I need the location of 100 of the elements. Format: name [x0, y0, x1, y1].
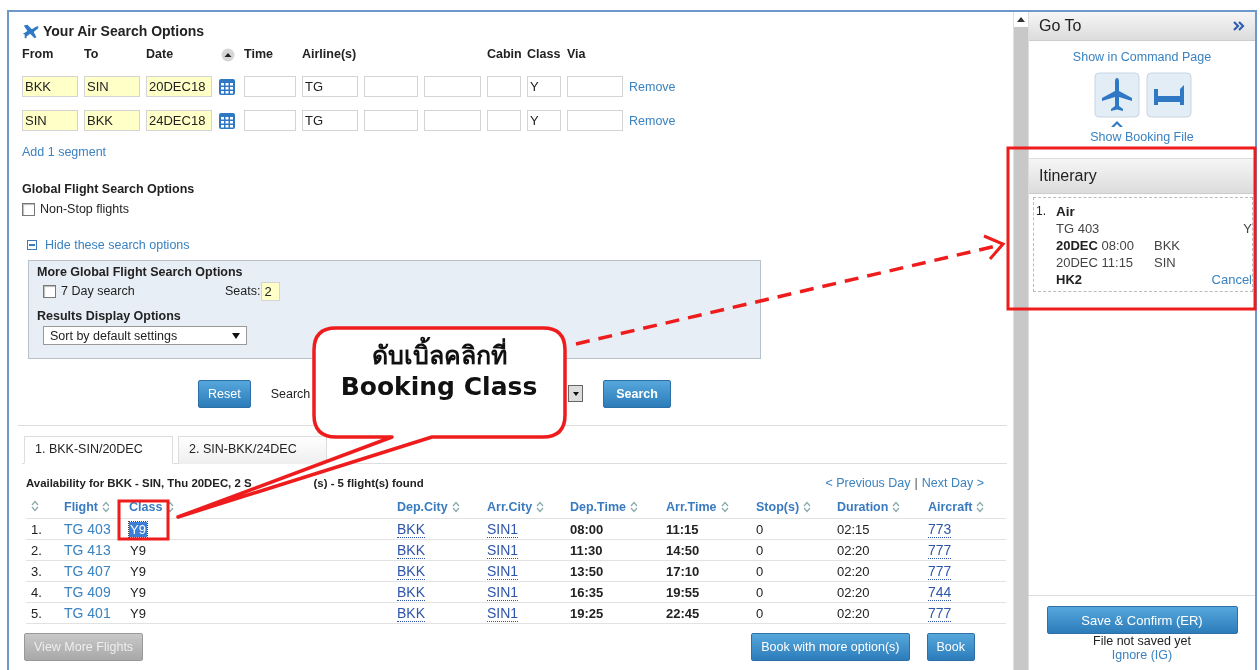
column-header[interactable]: Aircraft — [928, 500, 973, 514]
table-cell: 0 — [756, 605, 764, 621]
cancel-link[interactable]: Cancel — [1211, 272, 1252, 287]
city-link[interactable]: SIN1 — [487, 584, 519, 601]
airline-field[interactable] — [364, 110, 418, 131]
flight-link[interactable]: TG 413 — [64, 542, 111, 558]
column-header[interactable]: Dep.Time — [570, 500, 627, 514]
highlight-frame — [117, 499, 170, 541]
to-field[interactable]: BKK — [84, 110, 140, 131]
booking-class[interactable]: Y9 — [129, 563, 147, 579]
remove-link[interactable]: Remove — [629, 113, 1007, 128]
airline-field[interactable]: TG — [302, 76, 358, 97]
hide-options-link[interactable]: Hide these search options — [45, 238, 190, 252]
sort-icon[interactable] — [720, 501, 729, 513]
tab[interactable]: 1. BKK-SIN/20DEC — [24, 436, 173, 464]
table-cell: 0 — [756, 542, 764, 558]
booking-class[interactable]: Y9 — [129, 521, 147, 537]
save-confirm-button[interactable]: Save & Confirm (ER) — [1046, 606, 1238, 634]
previous-day-link[interactable]: < Previous Day — [825, 476, 911, 490]
date-field[interactable]: 24DEC18 — [146, 110, 212, 131]
sort-icon[interactable] — [102, 501, 110, 513]
dropdown-button[interactable] — [568, 385, 584, 402]
section-title: Your Air Search Options — [43, 23, 205, 39]
via-field[interactable] — [567, 76, 623, 97]
aircraft-link[interactable]: 777 — [928, 542, 952, 559]
scrollbar[interactable] — [1013, 12, 1028, 670]
date-field[interactable]: 20DEC18 — [146, 76, 212, 97]
column-header[interactable]: Duration — [837, 500, 889, 514]
booking-status: HK2 — [1056, 272, 1082, 287]
airline-field[interactable]: TG — [302, 110, 358, 131]
flight-link[interactable]: TG 409 — [64, 584, 111, 600]
tab[interactable]: 2. SIN-BKK/24DEC — [178, 436, 327, 464]
aircraft-link[interactable]: 773 — [928, 521, 952, 538]
column-header[interactable]: Flight — [64, 500, 98, 514]
booking-class[interactable]: Y9 — [129, 605, 147, 621]
seats-field[interactable]: 2 — [261, 281, 281, 301]
airline-field[interactable] — [424, 76, 481, 97]
sort-icon[interactable] — [31, 499, 39, 512]
sort-icon[interactable] — [536, 501, 545, 513]
ignore-link[interactable]: Ignore (IG) — [1111, 648, 1173, 662]
sort-icon[interactable] — [976, 501, 985, 513]
next-day-link[interactable]: Next Day > — [921, 476, 984, 490]
city-link[interactable]: SIN1 — [487, 605, 519, 622]
bed-button[interactable] — [1146, 72, 1192, 118]
flight-link[interactable]: TG 401 — [64, 605, 111, 621]
airline-field[interactable] — [424, 110, 481, 131]
table-cell: 02:15 — [837, 521, 870, 537]
time-field[interactable] — [244, 76, 296, 97]
column-header[interactable]: Arr.Time — [666, 500, 717, 514]
city-link[interactable]: BKK — [397, 605, 425, 622]
airline-field[interactable] — [364, 76, 418, 97]
calendar-icon[interactable] — [218, 77, 236, 96]
to-field[interactable]: SIN — [84, 76, 140, 97]
row-number: 1. — [31, 521, 42, 537]
from-field[interactable]: BKK — [22, 76, 78, 97]
column-header[interactable]: Dep.City — [397, 500, 448, 514]
column-header[interactable]: Class — [129, 500, 163, 514]
booking-class[interactable]: Y9 — [129, 542, 147, 558]
city-link[interactable]: SIN1 — [487, 521, 519, 538]
command-page-link[interactable]: Show in Command Page — [1072, 50, 1212, 64]
calendar-icon[interactable] — [218, 111, 236, 130]
table-cell: 02:20 — [837, 563, 870, 579]
minus-icon[interactable] — [27, 240, 37, 250]
from-field[interactable]: SIN — [22, 110, 78, 131]
aircraft-link[interactable]: 777 — [928, 563, 952, 580]
city-link[interactable]: SIN1 — [487, 542, 519, 559]
cabin-field[interactable] — [487, 110, 521, 131]
time-field[interactable] — [244, 110, 296, 131]
column-header[interactable]: Stop(s) — [756, 500, 800, 514]
sort-icon[interactable] — [451, 501, 460, 513]
via-field[interactable] — [567, 110, 623, 131]
add-segment-link[interactable]: Add 1 segment — [22, 145, 1007, 159]
booking-file-link[interactable]: Show Booking File — [1090, 130, 1194, 144]
column-header[interactable]: Arr.City — [487, 500, 533, 514]
sort-icon[interactable] — [892, 501, 901, 513]
collapse-icon[interactable] — [221, 48, 235, 62]
class-field[interactable]: Y — [527, 76, 561, 97]
city-link[interactable]: BKK — [397, 521, 425, 538]
sort-icon[interactable] — [630, 501, 639, 513]
booking-class[interactable]: Y9 — [129, 584, 147, 600]
city-link[interactable]: BKK — [397, 584, 425, 601]
aircraft-link[interactable]: 777 — [928, 605, 952, 622]
cabin-field[interactable] — [487, 76, 521, 97]
scroll-up-icon[interactable] — [1017, 17, 1025, 22]
sort-dropdown[interactable]: Sort by default settings — [43, 326, 247, 345]
checkbox[interactable] — [22, 202, 35, 216]
callout-text: Booking Class — [340, 371, 538, 403]
flight-link[interactable]: TG 407 — [64, 563, 111, 579]
city-link[interactable]: SIN1 — [487, 563, 519, 580]
double-chevron-icon[interactable] — [1233, 21, 1245, 31]
checkbox[interactable] — [43, 284, 56, 298]
segment-type: Air — [1056, 204, 1076, 219]
airplane-button[interactable] — [1094, 72, 1140, 130]
flight-link[interactable]: TG 403 — [64, 521, 111, 537]
city-link[interactable]: BKK — [397, 542, 425, 559]
aircraft-link[interactable]: 744 — [928, 584, 952, 601]
city-link[interactable]: BKK — [397, 563, 425, 580]
sort-icon[interactable] — [803, 501, 812, 513]
class-field[interactable]: Y — [527, 110, 561, 131]
remove-link[interactable]: Remove — [629, 79, 1007, 94]
